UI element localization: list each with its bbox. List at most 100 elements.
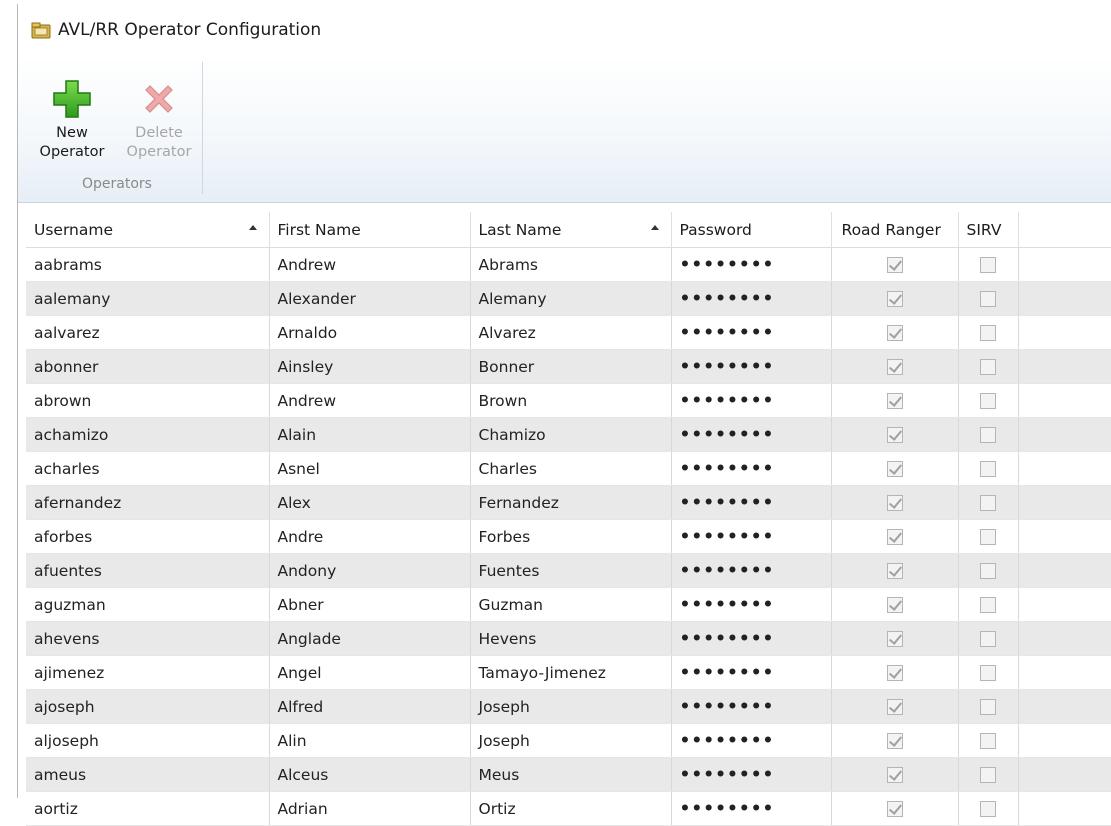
sirv-checkbox[interactable]	[980, 699, 996, 715]
table-row[interactable]: achamizo Alain Chamizo ••••••••	[26, 417, 1111, 452]
username-cell[interactable]: acharles	[26, 451, 270, 486]
road-ranger-checkbox[interactable]	[886, 325, 903, 341]
password-cell[interactable]: ••••••••	[671, 689, 832, 724]
road-ranger-checkbox[interactable]	[886, 359, 903, 375]
username-cell[interactable]: afernandez	[26, 485, 270, 520]
username-cell[interactable]: aalemany	[26, 281, 270, 316]
username-cell[interactable]: aabrams	[26, 247, 270, 282]
password-cell[interactable]: ••••••••	[671, 587, 832, 622]
username-cell[interactable]: ahevens	[26, 621, 270, 656]
table-row[interactable]: ajoseph Alfred Joseph ••••••••	[26, 689, 1111, 724]
sirv-checkbox[interactable]	[980, 767, 996, 783]
first-name-cell[interactable]: Alceus	[269, 757, 471, 792]
delete-operator-button[interactable]: Delete Operator	[117, 78, 201, 162]
road-ranger-checkbox[interactable]	[886, 767, 903, 783]
road-ranger-checkbox[interactable]	[886, 461, 903, 477]
sirv-checkbox[interactable]	[980, 291, 996, 307]
username-cell[interactable]: abrown	[26, 383, 270, 418]
first-name-cell[interactable]: Adrian	[269, 791, 471, 826]
sirv-checkbox[interactable]	[980, 393, 996, 409]
last-name-cell[interactable]: Tamayo-Jimenez	[470, 655, 672, 690]
table-row[interactable]: acharles Asnel Charles ••••••••	[26, 451, 1111, 486]
username-cell[interactable]: aforbes	[26, 519, 270, 554]
road-ranger-checkbox[interactable]	[886, 665, 903, 681]
last-name-cell[interactable]: Fuentes	[470, 553, 672, 588]
table-row[interactable]: ahevens Anglade Hevens ••••••••	[26, 621, 1111, 656]
first-name-cell[interactable]: Andrew	[269, 383, 471, 418]
password-cell[interactable]: ••••••••	[671, 247, 832, 282]
sirv-checkbox[interactable]	[980, 597, 996, 613]
password-cell[interactable]: ••••••••	[671, 757, 832, 792]
table-row[interactable]: ameus Alceus Meus ••••••••	[26, 757, 1111, 792]
road-ranger-checkbox[interactable]	[886, 529, 903, 545]
road-ranger-checkbox[interactable]	[886, 393, 903, 409]
table-row[interactable]: aalemany Alexander Alemany ••••••••	[26, 281, 1111, 316]
last-name-cell[interactable]: Fernandez	[470, 485, 672, 520]
column-header-sirv[interactable]: SIRV	[958, 212, 1019, 248]
sirv-checkbox[interactable]	[980, 529, 996, 545]
table-row[interactable]: aortiz Adrian Ortiz ••••••••	[26, 791, 1111, 826]
password-cell[interactable]: ••••••••	[671, 383, 832, 418]
last-name-cell[interactable]: Meus	[470, 757, 672, 792]
password-cell[interactable]: ••••••••	[671, 791, 832, 826]
table-row[interactable]: aforbes Andre Forbes ••••••••	[26, 519, 1111, 554]
last-name-cell[interactable]: Joseph	[470, 723, 672, 758]
username-cell[interactable]: ameus	[26, 757, 270, 792]
column-header-last-name[interactable]: Last Name	[470, 212, 672, 248]
last-name-cell[interactable]: Alemany	[470, 281, 672, 316]
table-row[interactable]: aljoseph Alin Joseph ••••••••	[26, 723, 1111, 758]
first-name-cell[interactable]: Alexander	[269, 281, 471, 316]
first-name-cell[interactable]: Arnaldo	[269, 315, 471, 350]
password-cell[interactable]: ••••••••	[671, 315, 832, 350]
first-name-cell[interactable]: Alin	[269, 723, 471, 758]
password-cell[interactable]: ••••••••	[671, 349, 832, 384]
username-cell[interactable]: afuentes	[26, 553, 270, 588]
sirv-checkbox[interactable]	[980, 461, 996, 477]
column-header-road-ranger[interactable]: Road Ranger	[831, 212, 959, 248]
last-name-cell[interactable]: Guzman	[470, 587, 672, 622]
table-row[interactable]: aabrams Andrew Abrams ••••••••	[26, 247, 1111, 282]
table-row[interactable]: abonner Ainsley Bonner ••••••••	[26, 349, 1111, 384]
road-ranger-checkbox[interactable]	[886, 427, 903, 443]
password-cell[interactable]: ••••••••	[671, 553, 832, 588]
table-row[interactable]: aalvarez Arnaldo Alvarez ••••••••	[26, 315, 1111, 350]
first-name-cell[interactable]: Asnel	[269, 451, 471, 486]
username-cell[interactable]: abonner	[26, 349, 270, 384]
password-cell[interactable]: ••••••••	[671, 417, 832, 452]
road-ranger-checkbox[interactable]	[886, 733, 903, 749]
first-name-cell[interactable]: Alex	[269, 485, 471, 520]
road-ranger-checkbox[interactable]	[886, 495, 903, 511]
last-name-cell[interactable]: Charles	[470, 451, 672, 486]
road-ranger-checkbox[interactable]	[886, 563, 903, 579]
first-name-cell[interactable]: Andre	[269, 519, 471, 554]
first-name-cell[interactable]: Andrew	[269, 247, 471, 282]
column-header-username[interactable]: Username	[26, 212, 270, 248]
last-name-cell[interactable]: Brown	[470, 383, 672, 418]
username-cell[interactable]: achamizo	[26, 417, 270, 452]
password-cell[interactable]: ••••••••	[671, 655, 832, 690]
sirv-checkbox[interactable]	[980, 427, 996, 443]
table-row[interactable]: aguzman Abner Guzman ••••••••	[26, 587, 1111, 622]
last-name-cell[interactable]: Forbes	[470, 519, 672, 554]
column-header-password[interactable]: Password	[671, 212, 832, 248]
road-ranger-checkbox[interactable]	[886, 291, 903, 307]
password-cell[interactable]: ••••••••	[671, 621, 832, 656]
last-name-cell[interactable]: Joseph	[470, 689, 672, 724]
username-cell[interactable]: aalvarez	[26, 315, 270, 350]
table-row[interactable]: afuentes Andony Fuentes ••••••••	[26, 553, 1111, 588]
road-ranger-checkbox[interactable]	[886, 801, 903, 817]
username-cell[interactable]: aortiz	[26, 791, 270, 826]
sirv-checkbox[interactable]	[980, 665, 996, 681]
password-cell[interactable]: ••••••••	[671, 451, 832, 486]
first-name-cell[interactable]: Ainsley	[269, 349, 471, 384]
last-name-cell[interactable]: Hevens	[470, 621, 672, 656]
first-name-cell[interactable]: Andony	[269, 553, 471, 588]
last-name-cell[interactable]: Bonner	[470, 349, 672, 384]
username-cell[interactable]: ajoseph	[26, 689, 270, 724]
password-cell[interactable]: ••••••••	[671, 519, 832, 554]
new-operator-button[interactable]: New Operator	[36, 78, 108, 162]
last-name-cell[interactable]: Chamizo	[470, 417, 672, 452]
username-cell[interactable]: ajimenez	[26, 655, 270, 690]
column-header-first-name[interactable]: First Name	[269, 212, 471, 248]
table-row[interactable]: ajimenez Angel Tamayo-Jimenez ••••••••	[26, 655, 1111, 690]
